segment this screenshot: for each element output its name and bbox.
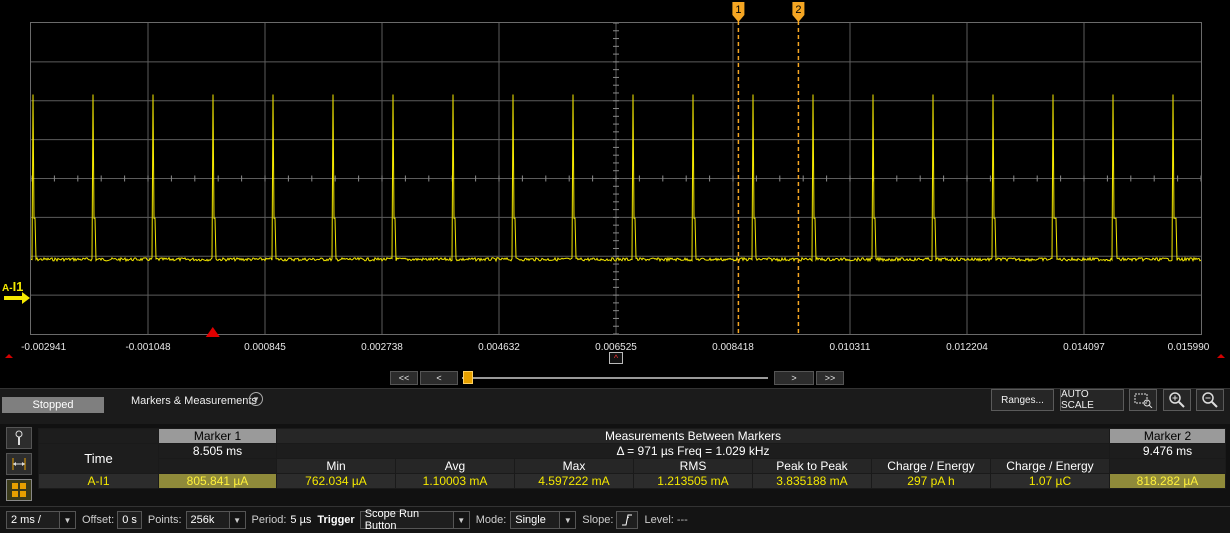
- marker-2-flag-tip: [792, 15, 805, 22]
- nav-last-button[interactable]: >>: [816, 371, 844, 385]
- offset-input[interactable]: 0 s: [117, 511, 142, 529]
- rising-edge-icon[interactable]: [616, 511, 639, 529]
- level-value: ---: [676, 514, 688, 526]
- chevron-down-icon[interactable]: ▾: [249, 392, 263, 406]
- x-tick-label: 0.012204: [946, 342, 988, 353]
- grid-layout-icon[interactable]: [6, 479, 32, 501]
- marker2-value: 818.282 µA: [1109, 473, 1226, 489]
- table-row[interactable]: A-I1 805.841 µA 762.034 µA 1.10003 mA 4.…: [38, 473, 1226, 489]
- center-position-button[interactable]: ^: [609, 352, 623, 364]
- zoom-in-icon[interactable]: [1163, 389, 1191, 411]
- nav-prev-button[interactable]: <: [420, 371, 458, 385]
- channel-name: A-I1: [38, 473, 159, 489]
- marker-1-flag-tip: [732, 15, 745, 22]
- ranges-button[interactable]: Ranges...: [991, 389, 1054, 411]
- mode-value[interactable]: Single: [510, 511, 561, 529]
- marker-1-flag: [732, 2, 745, 15]
- level-label: Level:: [644, 514, 674, 526]
- slope-label: Slope:: [582, 514, 614, 526]
- waveform-canvas: [31, 23, 1201, 334]
- marker1-value: 805.841 µA: [158, 473, 277, 489]
- rms-value: 1.213505 mA: [633, 473, 753, 489]
- energy-value: 1.07 µC: [990, 473, 1110, 489]
- time-label: Time: [38, 443, 159, 474]
- offset-label: Offset:: [82, 514, 115, 526]
- points-label: Points:: [147, 514, 182, 526]
- marker-measure-icon[interactable]: [6, 453, 32, 475]
- chevron-down-icon[interactable]: ▼: [229, 511, 246, 529]
- nav-next-button[interactable]: >: [774, 371, 814, 385]
- ground-arrow-icon[interactable]: [4, 291, 32, 305]
- between-markers-header: Measurements Between Markers: [276, 428, 1110, 444]
- delta-frequency: Δ = 971 µs Freq = 1.029 kHz: [276, 443, 1110, 459]
- bottom-toolbar: 2 ms / ▼ Offset: 0 s Points: 256k ▼ Peri…: [0, 506, 1230, 533]
- probe-icon[interactable]: [6, 427, 32, 449]
- max-value: 4.597222 mA: [514, 473, 634, 489]
- col-charge-energy-2: Charge / Energy: [990, 458, 1110, 474]
- x-tick-label: 0.010311: [829, 342, 871, 353]
- mode-label: Mode:: [475, 514, 507, 526]
- auto-scale-button[interactable]: AUTO SCALE: [1060, 389, 1124, 411]
- x-tick-label: 0.014097: [1063, 342, 1105, 353]
- chevron-down-icon[interactable]: ▼: [60, 511, 76, 529]
- col-rms: RMS: [633, 458, 753, 474]
- min-value: 762.034 µA: [276, 473, 396, 489]
- nav-first-button[interactable]: <<: [390, 371, 418, 385]
- x-tick-label: 0.000845: [244, 342, 286, 353]
- timebase-value[interactable]: 2 ms /: [6, 511, 60, 529]
- trigger-label: Trigger: [317, 514, 355, 526]
- marker-1-label: 1: [735, 4, 741, 16]
- markers-measurements-label[interactable]: Markers & Measurements: [131, 395, 257, 407]
- zoom-box-icon[interactable]: [1129, 389, 1157, 411]
- zoom-out-icon[interactable]: [1196, 389, 1224, 411]
- avg-value: 1.10003 mA: [395, 473, 515, 489]
- marker2-header: Marker 2: [1109, 428, 1226, 444]
- x-tick-label: 0.004632: [478, 342, 520, 353]
- waveform-plot[interactable]: [30, 22, 1202, 335]
- run-status-badge: Stopped: [2, 397, 104, 413]
- col-charge-energy-1: Charge / Energy: [871, 458, 991, 474]
- col-avg: Avg: [395, 458, 515, 474]
- x-tick-label: 0.002738: [361, 342, 403, 353]
- points-value[interactable]: 256k: [185, 511, 230, 529]
- marker2-time: 9.476 ms: [1109, 443, 1226, 459]
- trigger-source[interactable]: Scope Run Button: [359, 508, 454, 532]
- marker1-time: 8.505 ms: [158, 443, 277, 459]
- x-tick-label: 0.015990: [1167, 342, 1210, 353]
- marker-2-label: 2: [795, 4, 801, 16]
- left-edge-arrow-icon: [5, 354, 13, 358]
- col-max: Max: [514, 458, 634, 474]
- col-min: Min: [276, 458, 396, 474]
- chevron-down-icon[interactable]: ▼: [453, 511, 470, 529]
- x-tick-label: 0.008418: [712, 342, 754, 353]
- scope-display: 12 A-I1 -0.002941 -0.001048 0.000845 0.0027…: [0, 0, 1230, 388]
- right-edge-arrow-icon: [1217, 354, 1225, 358]
- chevron-down-icon[interactable]: ▼: [560, 511, 577, 529]
- charge-value: 297 pA h: [871, 473, 991, 489]
- marker-2-flag: [792, 2, 805, 15]
- x-tick-label: -0.001048: [125, 342, 171, 353]
- col-peak-to-peak: Peak to Peak: [752, 458, 872, 474]
- marker1-header: Marker 1: [158, 428, 277, 444]
- peak-to-peak-value: 3.835188 mA: [752, 473, 872, 489]
- period-value: 5 µs: [290, 514, 312, 526]
- period-label: Period:: [251, 514, 287, 526]
- x-tick-label: -0.002941: [21, 342, 67, 353]
- timebase-control[interactable]: 2 ms / ▼: [6, 511, 76, 529]
- time-slider-track[interactable]: [462, 377, 768, 379]
- measurements-table: Marker 1 Measurements Between Markers Ma…: [38, 428, 1226, 489]
- time-slider-thumb[interactable]: [463, 371, 473, 384]
